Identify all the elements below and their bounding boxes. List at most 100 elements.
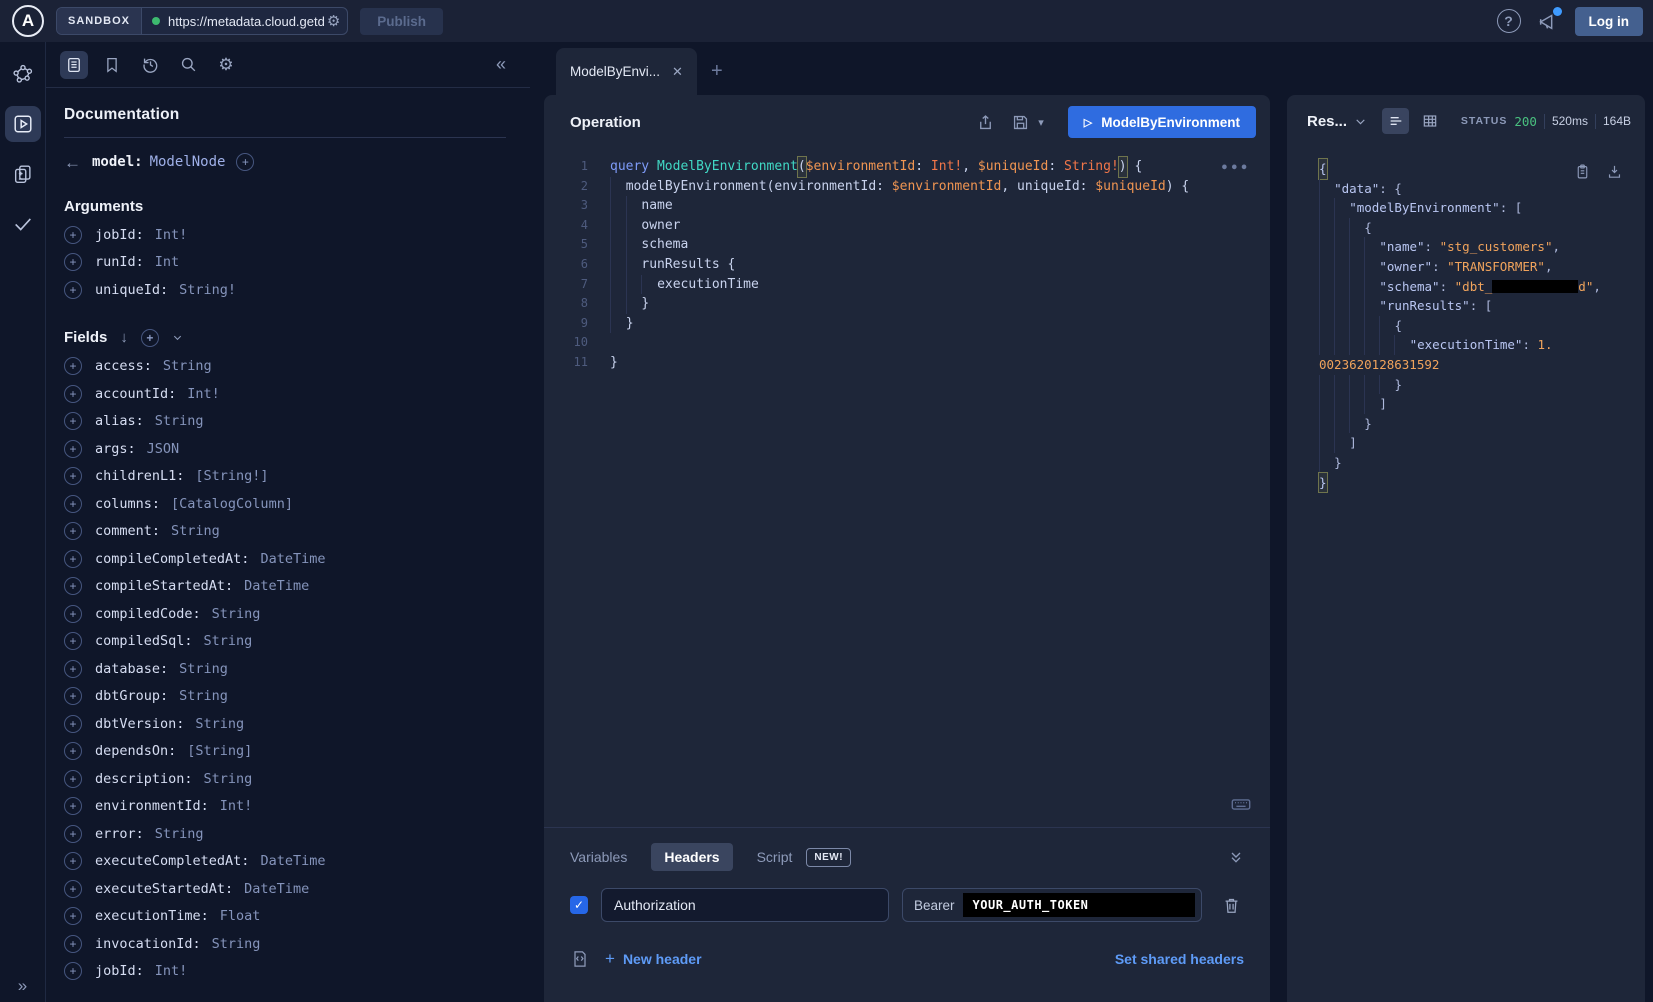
field-item[interactable]: +database:String bbox=[64, 655, 506, 683]
sort-fields-icon[interactable]: ↓ bbox=[120, 329, 128, 346]
announcements-button[interactable] bbox=[1537, 10, 1559, 32]
explorer-nav-button[interactable] bbox=[5, 106, 41, 142]
field-type[interactable]: String bbox=[204, 771, 253, 787]
expand-rail-button[interactable]: » bbox=[18, 976, 27, 996]
add-field-icon[interactable]: + bbox=[64, 852, 82, 870]
set-shared-headers-link[interactable]: Set shared headers bbox=[1115, 951, 1244, 967]
endpoint-settings-icon[interactable]: ⚙ bbox=[327, 12, 340, 30]
field-type[interactable]: String bbox=[163, 358, 212, 374]
field-type[interactable]: DateTime bbox=[260, 853, 325, 869]
field-item[interactable]: +jobId:Int! bbox=[64, 221, 506, 249]
run-operation-button[interactable]: ▷ ModelByEnvironment bbox=[1068, 106, 1256, 138]
field-item[interactable]: +compiledCode:String bbox=[64, 600, 506, 628]
add-field-icon[interactable]: + bbox=[64, 660, 82, 678]
delete-header-button[interactable] bbox=[1222, 896, 1241, 915]
field-item[interactable]: +environmentId:Int! bbox=[64, 793, 506, 821]
tab-script[interactable]: Script bbox=[757, 849, 793, 865]
field-type[interactable]: Int! bbox=[155, 227, 188, 243]
collapse-docs-button[interactable]: « bbox=[496, 54, 506, 75]
add-field-icon[interactable]: + bbox=[64, 935, 82, 953]
bookmarks-tab-button[interactable] bbox=[98, 51, 126, 79]
add-field-icon[interactable]: + bbox=[64, 495, 82, 513]
field-type[interactable]: [String!] bbox=[195, 468, 268, 484]
field-item[interactable]: +description:String bbox=[64, 765, 506, 793]
add-field-icon[interactable]: + bbox=[64, 742, 82, 760]
add-field-icon[interactable]: + bbox=[64, 385, 82, 403]
add-field-icon[interactable]: + bbox=[64, 797, 82, 815]
add-field-icon[interactable]: + bbox=[64, 281, 82, 299]
field-item[interactable]: +executionTime:Float bbox=[64, 903, 506, 931]
field-type[interactable]: Int bbox=[155, 254, 179, 270]
field-item[interactable]: +access:String bbox=[64, 353, 506, 381]
add-field-icon[interactable]: + bbox=[64, 632, 82, 650]
history-tab-button[interactable] bbox=[136, 51, 164, 79]
field-item[interactable]: +dbtVersion:String bbox=[64, 710, 506, 738]
field-item[interactable]: +dbtGroup:String bbox=[64, 683, 506, 711]
field-item[interactable]: +executeCompletedAt:DateTime bbox=[64, 848, 506, 876]
field-item[interactable]: +childrenL1:[String!] bbox=[64, 463, 506, 491]
add-field-icon[interactable]: + bbox=[64, 880, 82, 898]
endpoint-url[interactable]: https://metadata.cloud.getd bbox=[168, 14, 325, 29]
field-item[interactable]: +dependsOn:[String] bbox=[64, 738, 506, 766]
add-field-icon[interactable]: + bbox=[64, 605, 82, 623]
field-type[interactable]: [String] bbox=[187, 743, 252, 759]
tab-headers[interactable]: Headers bbox=[651, 843, 732, 871]
help-icon[interactable]: ? bbox=[1497, 9, 1521, 33]
header-value-field[interactable]: Bearer YOUR_AUTH_TOKEN bbox=[902, 888, 1202, 922]
header-key-input[interactable] bbox=[601, 888, 889, 922]
header-enabled-checkbox[interactable]: ✓ bbox=[570, 896, 588, 914]
close-tab-icon[interactable]: ✕ bbox=[672, 64, 683, 80]
schema-graph-nav-button[interactable] bbox=[5, 56, 41, 92]
add-field-icon[interactable]: + bbox=[64, 550, 82, 568]
field-item[interactable]: +invocationId:String bbox=[64, 930, 506, 958]
auth-token-value[interactable]: YOUR_AUTH_TOKEN bbox=[963, 893, 1195, 917]
field-type[interactable]: DateTime bbox=[260, 551, 325, 567]
collapse-panel-button[interactable] bbox=[1228, 849, 1244, 865]
back-arrow-icon[interactable]: ← bbox=[64, 154, 81, 171]
response-title[interactable]: Res... bbox=[1307, 113, 1347, 130]
add-field-icon[interactable]: + bbox=[64, 440, 82, 458]
checks-nav-button[interactable] bbox=[5, 206, 41, 242]
query-editor[interactable]: 1query ModelByEnvironment($environmentId… bbox=[544, 149, 1270, 827]
field-item[interactable]: +alias:String bbox=[64, 408, 506, 436]
documentation-tab-button[interactable] bbox=[60, 51, 88, 79]
field-item[interactable]: +accountId:Int! bbox=[64, 380, 506, 408]
add-field-icon[interactable]: + bbox=[64, 577, 82, 595]
field-item[interactable]: +executeStartedAt:DateTime bbox=[64, 875, 506, 903]
field-type[interactable]: Int! bbox=[187, 386, 220, 402]
field-item[interactable]: +jobId:Int! bbox=[64, 958, 506, 986]
add-type-icon[interactable]: + bbox=[236, 153, 254, 171]
tab-variables[interactable]: Variables bbox=[570, 849, 627, 865]
field-type[interactable]: String bbox=[155, 413, 204, 429]
new-tab-button[interactable]: + bbox=[711, 60, 723, 83]
add-field-icon[interactable]: + bbox=[64, 962, 82, 980]
field-type[interactable]: String bbox=[212, 606, 261, 622]
field-item[interactable]: +args:JSON bbox=[64, 435, 506, 463]
settings-tab-button[interactable]: ⚙ bbox=[212, 51, 240, 79]
publish-button[interactable]: Publish bbox=[360, 8, 443, 35]
field-type[interactable]: [CatalogColumn] bbox=[171, 496, 293, 512]
field-type[interactable]: Float bbox=[220, 908, 261, 924]
response-body[interactable]: {"data": {"modelByEnvironment": [{"name"… bbox=[1287, 147, 1645, 1002]
keyboard-shortcuts-button[interactable] bbox=[1230, 793, 1252, 815]
add-field-icon[interactable]: + bbox=[64, 412, 82, 430]
add-all-fields-icon[interactable]: + bbox=[141, 329, 159, 347]
new-header-button[interactable]: + New header bbox=[605, 949, 702, 969]
add-field-icon[interactable]: + bbox=[64, 253, 82, 271]
field-type[interactable]: JSON bbox=[147, 441, 180, 457]
field-type[interactable]: String! bbox=[179, 282, 236, 298]
endpoint-control[interactable]: SANDBOX https://metadata.cloud.getd ⚙ bbox=[56, 7, 348, 35]
editor-more-button[interactable]: ••• bbox=[1221, 161, 1250, 176]
add-field-icon[interactable]: + bbox=[64, 467, 82, 485]
field-type[interactable]: Int! bbox=[155, 963, 188, 979]
environment-variables-button[interactable] bbox=[570, 949, 590, 969]
field-type[interactable]: Int! bbox=[220, 798, 253, 814]
field-item[interactable]: +comment:String bbox=[64, 518, 506, 546]
breadcrumb-type[interactable]: ModelNode bbox=[150, 154, 226, 170]
apollo-logo[interactable]: A bbox=[12, 5, 44, 37]
field-item[interactable]: +columns:[CatalogColumn] bbox=[64, 490, 506, 518]
field-type[interactable]: String bbox=[204, 633, 253, 649]
field-type[interactable]: String bbox=[155, 826, 204, 842]
raw-view-button[interactable] bbox=[1382, 108, 1409, 134]
search-tab-button[interactable] bbox=[174, 51, 202, 79]
